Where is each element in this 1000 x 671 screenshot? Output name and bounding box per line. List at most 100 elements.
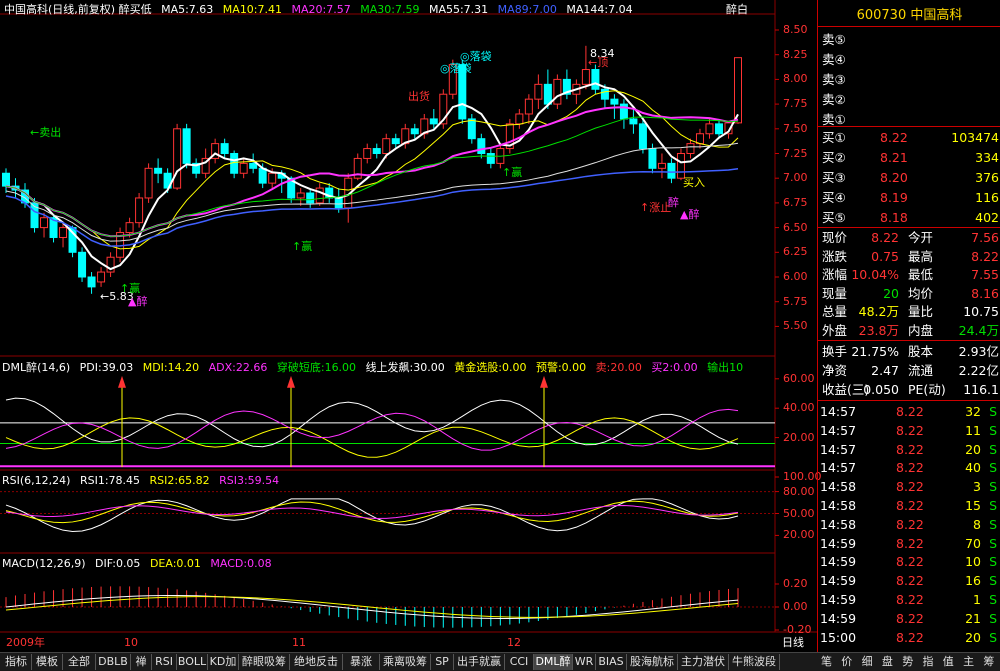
dml-mdi: MDI:14.20	[142, 361, 200, 374]
tab-11[interactable]: 乘离吸筹	[380, 654, 431, 670]
stat-value: 7.56	[971, 230, 999, 245]
fund-value: 21.75%	[851, 344, 899, 359]
tab-9[interactable]: 绝地反击	[290, 654, 343, 670]
tab-14[interactable]: CCI	[505, 654, 534, 670]
rsi-tick-label: 80.00	[783, 484, 815, 498]
tab-18[interactable]: 股海航标	[627, 654, 678, 670]
stock-code: 600730	[856, 8, 907, 23]
tab-8[interactable]: 醉眼吸筹	[239, 654, 290, 670]
candle-body	[154, 167, 163, 174]
tick-price: 8.22	[896, 610, 924, 626]
tick-price: 8.22	[896, 498, 924, 513]
tick-time: 14:57	[820, 404, 857, 419]
candle-body	[239, 162, 248, 174]
tab-16[interactable]: WR	[573, 654, 596, 670]
fund-value: 2.93亿	[958, 344, 999, 359]
price-tick-label: 7.75	[783, 97, 808, 111]
macd-value: MACD:0.08	[210, 557, 272, 570]
candle-body	[334, 197, 343, 209]
ma144-value: MA144:7.04	[566, 3, 633, 16]
tab-10[interactable]: 暴涨	[343, 654, 380, 670]
tick-time: 14:57	[820, 441, 857, 457]
tick-side: S	[989, 629, 997, 645]
fund-value: 0.050	[863, 382, 899, 397]
tick-time: 15:00	[820, 629, 857, 645]
tick-price: 8.22	[896, 479, 924, 495]
tab-12[interactable]: SP	[431, 654, 454, 670]
stat-value: 10.04%	[851, 267, 899, 282]
take-profit-annotation-2: ◎落袋	[440, 62, 472, 75]
fund-value: 2.22亿	[958, 363, 999, 378]
ma89-line	[5, 167, 739, 247]
tick-volume: 21	[965, 610, 981, 626]
quote-row: 14:58 8.22 3 S	[818, 477, 1000, 497]
right-tab-5[interactable]: 指	[919, 654, 938, 670]
candle-body	[714, 123, 723, 135]
tab-0[interactable]: 指标	[1, 654, 32, 670]
quote-row: 14:57 8.22 40 S	[818, 458, 1000, 478]
stat-value: 23.8万	[858, 322, 899, 338]
bid-volume: 103474	[951, 130, 999, 145]
right-tab-6[interactable]: 值	[939, 654, 958, 670]
candle-body	[734, 57, 742, 124]
right-tab-7[interactable]: 主	[959, 654, 978, 670]
stat-label: 现量	[822, 285, 848, 301]
stat-label: 量比	[908, 304, 934, 319]
candle-body	[667, 162, 676, 179]
candle-body	[391, 138, 400, 145]
tick-time: 14:58	[820, 516, 857, 532]
candle-body	[258, 167, 267, 184]
stat-label: 最低	[908, 267, 934, 282]
quote-row: 涨跌 0.75 最高 8.22	[818, 247, 1000, 267]
tab-19[interactable]: 主力潜伏	[678, 654, 729, 670]
dml-launch: 线上发飙:30.00	[365, 361, 445, 374]
tick-side: S	[989, 516, 997, 532]
dml-warn: 预警:0.00	[535, 361, 587, 374]
candle-body	[610, 98, 619, 105]
tab-15[interactable]: DML醉	[534, 654, 573, 670]
right-tab-2[interactable]: 细	[858, 654, 877, 670]
tick-side: S	[989, 498, 997, 513]
candle-body	[220, 143, 229, 154]
right-tab-0[interactable]: 笔	[817, 654, 836, 670]
tab-20[interactable]: 牛熊波段	[729, 654, 780, 670]
quote-row: 14:57 8.22 11 S	[818, 421, 1000, 441]
tab-13[interactable]: 出手就赢	[454, 654, 505, 670]
period-label[interactable]: 日线	[782, 636, 804, 650]
right-tab-3[interactable]: 盘	[878, 654, 897, 670]
tick-side: S	[989, 573, 997, 589]
fund-label: 流通	[908, 363, 934, 378]
bid-volume: 116	[975, 190, 999, 205]
tab-1[interactable]: 模板	[32, 654, 63, 670]
gain-annotation-3: ↑赢	[502, 166, 523, 179]
quote-row: 外盘 23.8万 内盘 24.4万	[818, 321, 1000, 341]
tick-volume: 20	[965, 629, 981, 645]
bottom-tab-bar: 指标 模板 全部 DBLB 禅 RSI BOLL KD加 醉眼吸筹 绝地反击 暴涨 乘离吸筹 SP 出手就…	[0, 652, 1000, 671]
tab-2[interactable]: 全部	[63, 654, 96, 670]
rsi-tick-label: 20.00	[783, 528, 815, 542]
candle-body	[78, 251, 87, 278]
stat-value: 8.22	[871, 230, 899, 245]
tab-17[interactable]: BIAS	[596, 654, 627, 670]
tab-4[interactable]: 禅	[131, 654, 152, 670]
ma55-line	[5, 142, 739, 242]
tab-3[interactable]: DBLB	[96, 654, 131, 670]
tab-7[interactable]: KD加	[208, 654, 239, 670]
tab-5[interactable]: RSI	[152, 654, 177, 670]
stat-value: 7.55	[971, 267, 999, 282]
right-tab-4[interactable]: 势	[898, 654, 917, 670]
dml-tick-label: 20.00	[783, 430, 815, 444]
quote-row: 涨幅 10.04% 最低 7.55	[818, 265, 1000, 285]
bid-label: 买③	[822, 170, 846, 185]
rsi-panel-header: RSI(6,12,24) RSI1:78.45 RSI2:65.82 RSI3:…	[2, 474, 285, 488]
stat-value: 0.75	[871, 248, 899, 264]
tab-6[interactable]: BOLL	[177, 654, 208, 670]
tick-time: 14:59	[820, 610, 857, 626]
right-tab-1[interactable]: 价	[837, 654, 856, 670]
price-tick-label: 7.50	[783, 121, 808, 135]
right-tab-8[interactable]: 筹	[979, 654, 998, 670]
bid-price: 8.21	[880, 150, 908, 165]
dml-name: DML醉(14,6)	[2, 361, 71, 374]
quote-row: 卖④	[818, 50, 1000, 70]
tick-price: 8.22	[896, 629, 924, 645]
